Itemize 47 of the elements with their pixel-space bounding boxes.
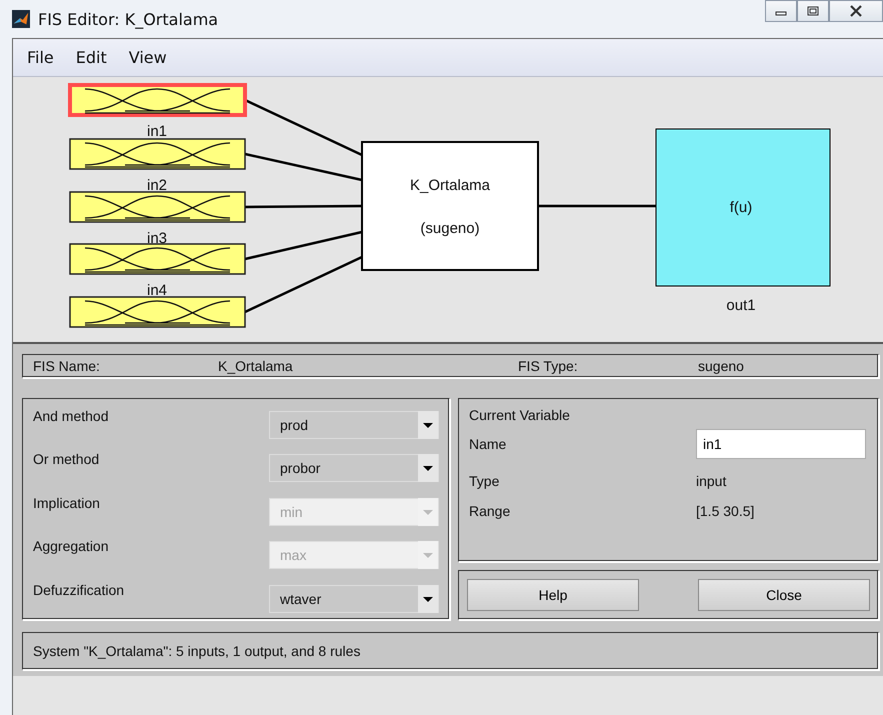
fis-type-value: sugeno (698, 358, 745, 374)
menu-item[interactable]: Edit (68, 46, 115, 69)
dialog-button[interactable]: Help (467, 578, 639, 611)
method-dropdown[interactable]: probor (269, 454, 439, 482)
method-label: Aggregation (33, 537, 109, 554)
window-title: FIS Editor: K_Ortalama (38, 10, 218, 28)
method-dropdown[interactable]: prod (269, 410, 439, 439)
system-type: (sugeno) (420, 220, 480, 237)
menu-item[interactable]: View (120, 46, 175, 69)
input-label: in2 (146, 177, 168, 194)
input-label: in1 (146, 123, 168, 140)
maximize-icon (807, 6, 819, 16)
input-block[interactable] (69, 138, 246, 170)
type-label: Type (469, 472, 500, 489)
type-value: input (696, 472, 728, 489)
name-field[interactable]: in1 (696, 428, 866, 459)
method-label: And method (33, 406, 108, 424)
input-label: in4 (146, 282, 168, 299)
close-button[interactable] (829, 0, 883, 22)
name-label: Name (469, 436, 508, 452)
method-dropdown[interactable]: wtaver (269, 584, 439, 613)
output-label: out1 (726, 297, 756, 314)
method-label: Defuzzification (33, 580, 124, 598)
input-label: in3 (146, 230, 168, 247)
input-block[interactable] (68, 83, 247, 117)
menu-item[interactable]: File (19, 46, 62, 69)
range-label: Range (469, 502, 512, 519)
system-block[interactable] (361, 141, 539, 271)
fis-name-label: FIS Name: (33, 358, 101, 374)
range-value: [1.5 30.5] (696, 502, 756, 519)
dialog-button[interactable]: Close (698, 578, 870, 611)
app-icon (12, 10, 30, 28)
method-label: Implication (33, 494, 100, 511)
minimize-button[interactable] (765, 0, 797, 22)
output-function: f(u) (730, 199, 752, 216)
current-variable-title: Current Variable (469, 406, 571, 423)
status-text: System "K_Ortalama": 5 inputs, 1 output, and 8 rules (33, 642, 360, 659)
maximize-button[interactable] (797, 0, 829, 22)
input-block[interactable] (69, 296, 246, 328)
input-block[interactable] (69, 243, 246, 275)
close-icon (849, 5, 863, 17)
method-label: Or method (33, 450, 100, 468)
fis-name-value: K_Ortalama (218, 358, 294, 374)
input-block[interactable] (69, 191, 246, 223)
fis-type-label: FIS Type: (518, 358, 579, 374)
system-name: K_Ortalama (410, 177, 490, 194)
output-block[interactable] (656, 128, 830, 286)
